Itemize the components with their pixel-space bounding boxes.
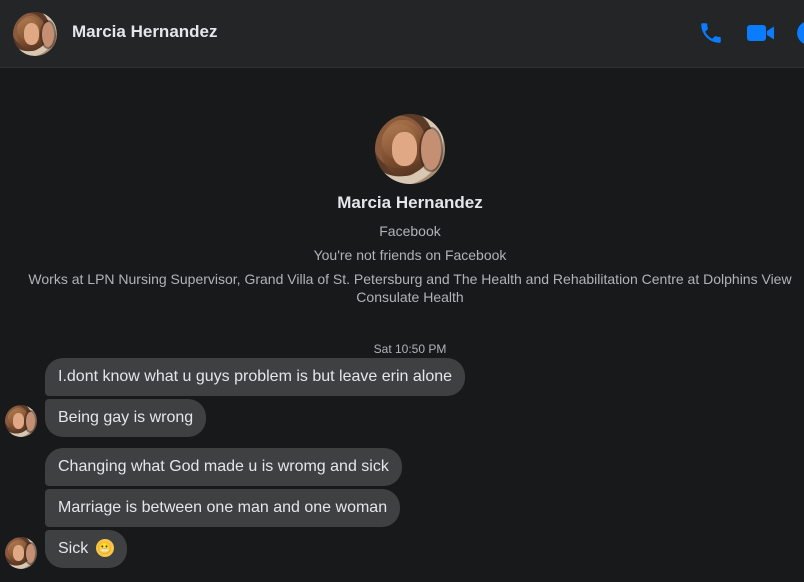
- message-timestamp: Sat 10:50 PM: [373, 342, 447, 356]
- friend-status: You're not friends on Facebook: [313, 247, 507, 263]
- contact-name[interactable]: Marcia Hernandez: [72, 22, 218, 42]
- phone-icon[interactable]: [698, 20, 724, 46]
- profile-platform: Facebook: [379, 223, 441, 239]
- sender-avatar[interactable]: [5, 537, 37, 569]
- message-text: Sick: [58, 540, 89, 557]
- profile-avatar[interactable]: [375, 114, 445, 184]
- sender-avatar[interactable]: [5, 405, 37, 437]
- message-bubble[interactable]: Marriage is between one man and one woma…: [45, 489, 401, 527]
- work-info-continued: Consulate Health: [356, 289, 464, 305]
- work-info: Works at LPN Nursing Supervisor, Grand V…: [28, 271, 792, 287]
- chat-header: Marcia Hernandez: [0, 0, 804, 68]
- message-bubble[interactable]: Sick 😬: [45, 530, 127, 568]
- contact-avatar[interactable]: [13, 12, 57, 56]
- message-bubble[interactable]: I.dont know what u guys problem is but l…: [45, 358, 466, 396]
- info-icon[interactable]: [796, 20, 804, 46]
- grimacing-face-emoji: 😬: [95, 538, 114, 557]
- message-bubble[interactable]: Being gay is wrong: [45, 399, 207, 437]
- profile-name: Marcia Hernandez: [337, 193, 483, 212]
- video-camera-icon[interactable]: [746, 20, 776, 46]
- message-bubble[interactable]: Changing what God made u is wromg and si…: [45, 448, 402, 486]
